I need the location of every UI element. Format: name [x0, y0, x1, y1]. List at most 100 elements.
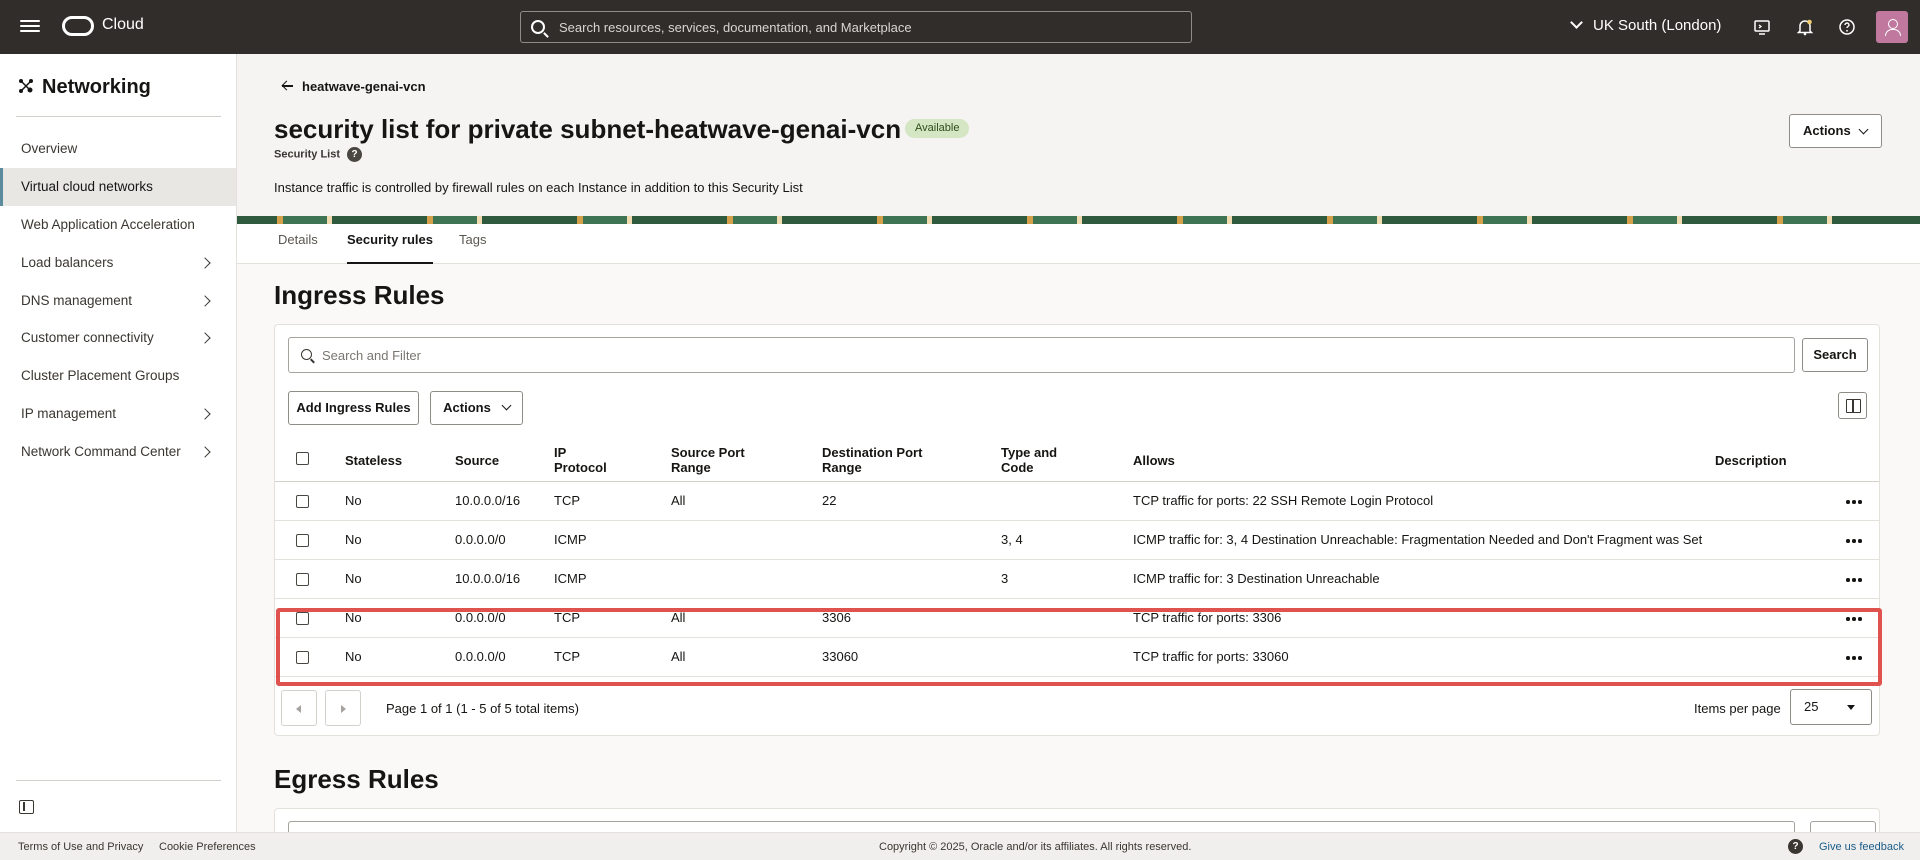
sidebar-item-cluster-placement-groups[interactable]: Cluster Placement Groups: [0, 357, 236, 395]
next-page-button[interactable]: [325, 690, 361, 726]
row-checkbox[interactable]: [296, 573, 309, 586]
feedback-link[interactable]: Give us feedback: [1819, 841, 1904, 853]
help-icon[interactable]: ?: [347, 147, 363, 162]
cell-source: 0.0.0.0/0: [455, 532, 506, 547]
chevron-right-icon: [199, 408, 211, 420]
table-header: Stateless Source IP Protocol Source Port…: [275, 438, 1879, 482]
cell-source-port: All: [671, 493, 686, 508]
region-selector[interactable]: UK South (London): [1570, 16, 1721, 34]
column-header-type-and-code[interactable]: Type and Code: [1001, 438, 1061, 482]
sidebar-item-ip-management[interactable]: IP management: [0, 395, 236, 433]
global-search-input[interactable]: [559, 12, 1179, 42]
cell-protocol: TCP: [554, 649, 580, 664]
divider: [16, 780, 221, 781]
header-actions-button[interactable]: Actions: [1789, 114, 1882, 148]
terms-link[interactable]: Terms of Use and Privacy: [18, 841, 143, 853]
cloud-shell-icon[interactable]: [1753, 18, 1771, 36]
actions-label: Actions: [1803, 123, 1851, 138]
tab-details[interactable]: Details: [278, 232, 318, 264]
row-checkbox[interactable]: [296, 534, 309, 547]
items-per-page-value: 25: [1804, 699, 1819, 714]
column-header-destination-port-range[interactable]: Destination Port Range: [822, 438, 932, 482]
cell-allows: TCP traffic for ports: 33060: [1133, 649, 1289, 664]
tab-bar: Details Security rules Tags: [237, 224, 1920, 264]
caret-down-icon: [1847, 705, 1855, 710]
row-actions-icon[interactable]: [1846, 500, 1864, 504]
row-actions-icon[interactable]: [1846, 656, 1864, 660]
sidebar-item-network-command-center[interactable]: Network Command Center: [0, 433, 236, 471]
items-per-page-select[interactable]: 25: [1790, 689, 1872, 725]
oracle-logo[interactable]: [62, 16, 94, 36]
chevron-right-icon: [199, 295, 211, 307]
cell-source: 10.0.0.0/16: [455, 571, 521, 586]
help-icon[interactable]: [1838, 18, 1856, 36]
row-checkbox[interactable]: [296, 612, 309, 625]
back-link-label: heatwave-genai-vcn: [302, 79, 426, 94]
row-actions-icon[interactable]: [1846, 539, 1864, 543]
cell-source: 0.0.0.0/0: [455, 610, 506, 625]
collapse-sidebar-icon[interactable]: [19, 800, 34, 814]
user-avatar[interactable]: [1876, 11, 1908, 43]
sidebar-item-overview[interactable]: Overview: [0, 130, 236, 168]
column-header-stateless[interactable]: Stateless: [345, 438, 402, 482]
help-icon[interactable]: ?: [1788, 839, 1803, 854]
cell-stateless: No: [345, 571, 362, 586]
table-row[interactable]: No 10.0.0.0/16 ICMP 3 ICMP traffic for: …: [275, 560, 1879, 599]
row-actions-icon[interactable]: [1846, 578, 1864, 582]
search-button[interactable]: Search: [1802, 338, 1868, 372]
global-search[interactable]: [520, 11, 1192, 43]
table-row[interactable]: No 0.0.0.0/0 ICMP 3, 4 ICMP traffic for:…: [275, 521, 1879, 560]
row-checkbox[interactable]: [296, 495, 309, 508]
column-header-ip-protocol[interactable]: IP Protocol: [554, 438, 614, 482]
tab-tags[interactable]: Tags: [459, 232, 486, 264]
menu-icon[interactable]: [20, 17, 40, 37]
egress-filter-search[interactable]: [288, 821, 1795, 832]
breadcrumb-back-link[interactable]: heatwave-genai-vcn: [282, 79, 426, 94]
column-header-description[interactable]: Description: [1715, 438, 1787, 482]
egress-rules-heading: Egress Rules: [274, 764, 439, 794]
sidebar-item-web-application-acceleration[interactable]: Web Application Acceleration: [0, 206, 236, 244]
search-icon: [531, 20, 545, 34]
cell-source: 0.0.0.0/0: [455, 649, 506, 664]
select-all-checkbox[interactable]: [296, 452, 309, 465]
column-header-source-port-range[interactable]: Source Port Range: [671, 438, 751, 482]
page-title: security list for private subnet-heatwav…: [274, 114, 902, 144]
add-ingress-rules-button[interactable]: Add Ingress Rules: [288, 391, 419, 425]
table-actions-button[interactable]: Actions: [430, 391, 523, 425]
egress-search-button[interactable]: [1810, 821, 1876, 832]
page-description: Instance traffic is controlled by firewa…: [274, 180, 803, 195]
sidebar-item-label: Network Command Center: [21, 444, 181, 459]
sidebar-item-customer-connectivity[interactable]: Customer connectivity: [0, 319, 236, 357]
chevron-right-icon: [199, 257, 211, 269]
cookie-preferences-link[interactable]: Cookie Preferences: [159, 841, 256, 853]
row-actions-icon[interactable]: [1846, 617, 1864, 621]
previous-page-button[interactable]: [281, 690, 317, 726]
arrow-left-icon: [282, 81, 293, 91]
table-row[interactable]: No 0.0.0.0/0 TCP All 33060 TCP traffic f…: [275, 638, 1879, 677]
cell-source-port: All: [671, 649, 686, 664]
sidebar-item-load-balancers[interactable]: Load balancers: [0, 244, 236, 282]
sidebar-item-label: Customer connectivity: [21, 330, 154, 345]
column-header-allows[interactable]: Allows: [1133, 438, 1175, 482]
column-header-source[interactable]: Source: [455, 438, 499, 482]
sidebar-item-dns-management[interactable]: DNS management: [0, 282, 236, 320]
tab-security-rules[interactable]: Security rules: [347, 232, 433, 264]
sidebar-title-label: Networking: [42, 76, 151, 98]
pagination-info: Page 1 of 1 (1 - 5 of 5 total items): [386, 701, 579, 716]
column-settings-icon[interactable]: [1838, 392, 1867, 419]
copyright-text: Copyright © 2025, Oracle and/or its affi…: [879, 841, 1192, 853]
filter-search-input[interactable]: [322, 338, 1782, 372]
notifications-icon[interactable]: [1796, 18, 1814, 36]
top-bar: Cloud UK South (London): [0, 0, 1920, 54]
actions-label: Actions: [443, 400, 491, 415]
page-subtitle: Security List?: [274, 147, 363, 162]
table-row[interactable]: No 10.0.0.0/16 TCP All 22 TCP traffic fo…: [275, 482, 1879, 521]
subtitle-label: Security List: [274, 148, 341, 161]
cell-stateless: No: [345, 610, 362, 625]
filter-search[interactable]: [288, 337, 1795, 373]
cell-allows: TCP traffic for ports: 22 SSH Remote Log…: [1133, 493, 1434, 508]
table-row[interactable]: No 0.0.0.0/0 TCP All 3306 TCP traffic fo…: [275, 599, 1879, 638]
row-checkbox[interactable]: [296, 651, 309, 664]
sidebar-item-virtual-cloud-networks[interactable]: Virtual cloud networks: [0, 168, 236, 206]
cell-protocol: ICMP: [554, 571, 587, 586]
